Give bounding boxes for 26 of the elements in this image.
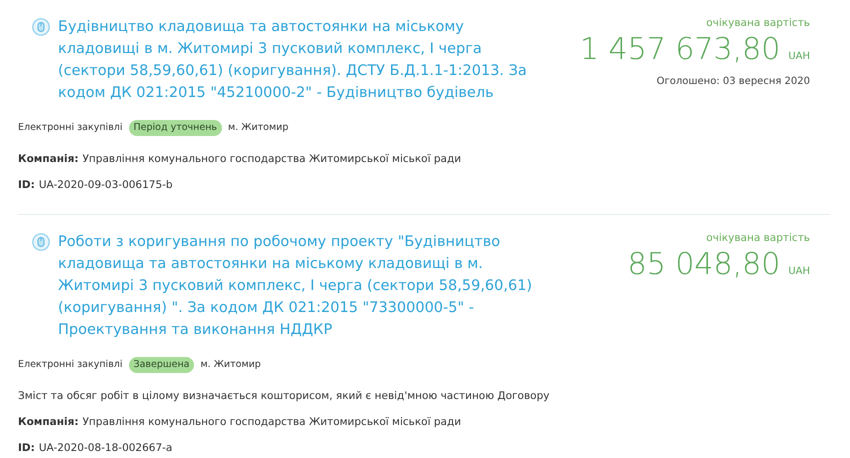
city-label: м. Житомир bbox=[228, 121, 288, 135]
tender-id: UA-2020-09-03-006175-b bbox=[38, 178, 173, 193]
status-badge: Завершена bbox=[128, 356, 194, 373]
price-amount: 1 457 673,80 bbox=[580, 30, 780, 69]
price-label: очікувана вартість bbox=[706, 16, 810, 31]
price-label: очікувана вартість bbox=[706, 230, 810, 246]
announced-date: Оголошено: 03 вересня 2020 bbox=[656, 74, 810, 89]
company-name: Управління комунального господарства Житомирської міської ради bbox=[82, 152, 462, 168]
id-label: ID: bbox=[18, 178, 35, 193]
id-label: ID: bbox=[18, 440, 35, 456]
tender-title-link[interactable]: Роботи з коригування по робочому проекту "Будівництво кладовища та автостоянки на міському кладовищі в м. Житомирі 3 пусковий комплекс, І черга (сектори 58,59,60,61) (коригування) ". За кодом ДК 021:2015 "73300000-5" - Проектування та виконання НДДКР bbox=[58, 230, 538, 341]
mouse-icon bbox=[32, 232, 50, 251]
currency-label: UAH bbox=[788, 50, 810, 64]
city-label: м. Житомир bbox=[200, 358, 261, 372]
company-name: Управління комунального господарства Житомирської міської ради bbox=[82, 414, 462, 430]
company-label: Компанія: bbox=[18, 414, 79, 430]
tender-id: UA-2020-08-18-002667-a bbox=[38, 440, 172, 456]
description-text: Зміст та обсяг робіт в цілому визначається кошторисом, який є невід'мною частиною Договору bbox=[18, 389, 550, 404]
mouse-icon bbox=[32, 18, 50, 36]
tender-title-link[interactable]: Будівництво кладовища та автостоянки на міському кладовищі в м. Житомирі 3 пусковий комплекс, І черга (сектори 58,59,60,61) (коригування). ДСТУ Б.Д.1.1-1:2013. За кодом ДК 021:2015 "45210000-2" - Будівництво будівель bbox=[58, 16, 538, 104]
procurement-type: Електронні закупівлі bbox=[18, 358, 123, 372]
company-label: Компанія: bbox=[18, 152, 79, 168]
status-badge: Період уточнень bbox=[128, 120, 222, 136]
currency-label: UAH bbox=[788, 264, 810, 278]
price-amount: 85 048,80 bbox=[628, 246, 780, 284]
procurement-type: Електронні закупівлі bbox=[18, 121, 123, 135]
